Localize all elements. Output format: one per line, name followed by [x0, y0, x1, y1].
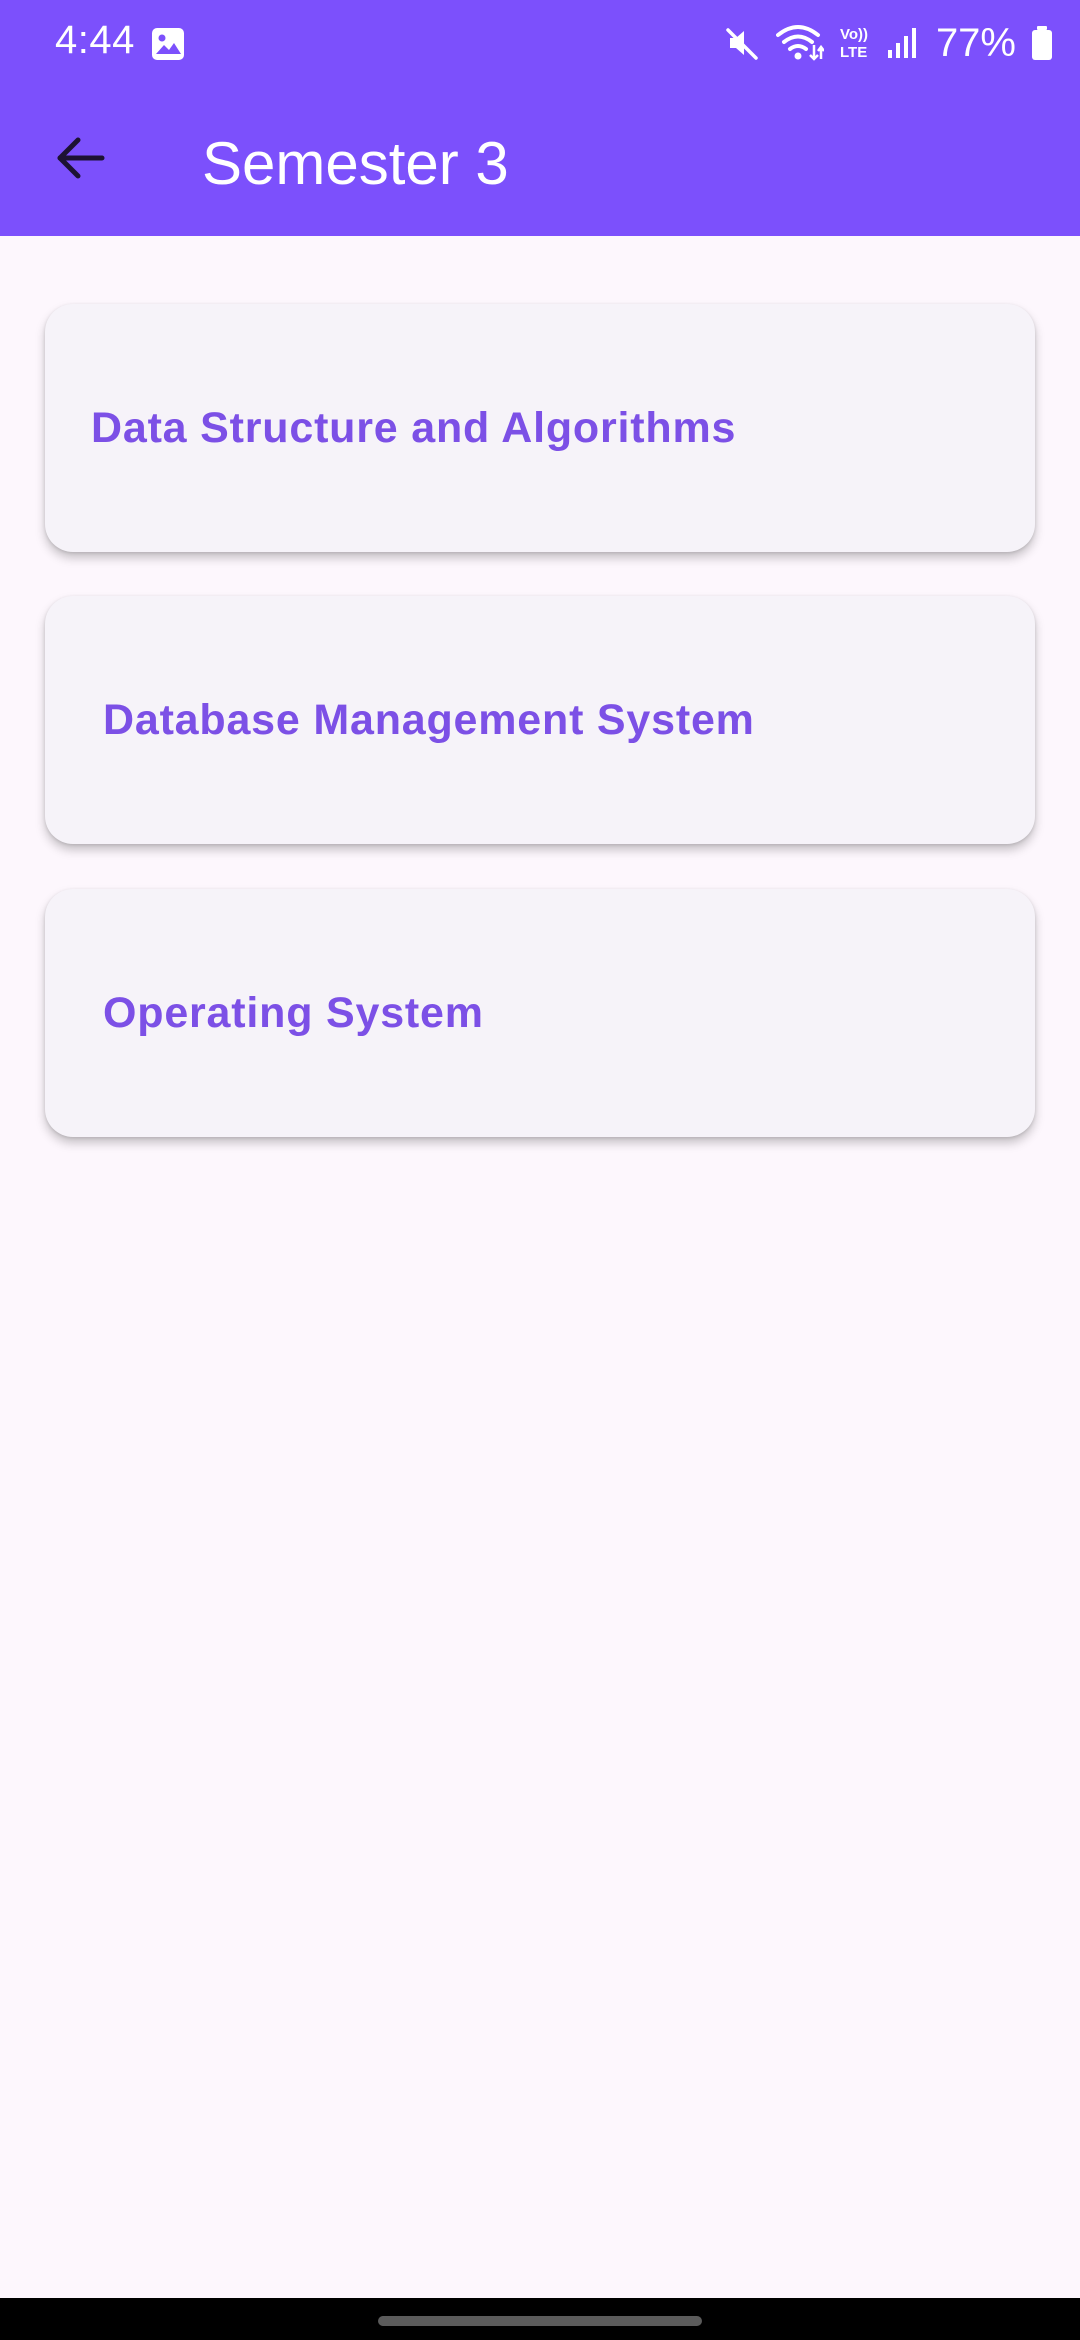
subject-card-database-management-system[interactable]: Database Management System — [45, 596, 1035, 844]
status-bar: 4:44 Vo)) LTE 77% — [0, 0, 1080, 86]
battery-icon — [1030, 25, 1054, 61]
subject-label: Operating System — [103, 988, 484, 1037]
status-icons: Vo)) LTE 77% — [724, 18, 1054, 68]
screen: 4:44 Vo)) LTE 77% Semester 3 Data Struct… — [0, 0, 1080, 2340]
system-nav-bar — [0, 2298, 1080, 2340]
arrow-back-icon — [54, 132, 106, 189]
subject-card-data-structure-and-algorithms[interactable]: Data Structure and Algorithms — [45, 304, 1035, 552]
signal-icon — [886, 26, 918, 60]
header: 4:44 Vo)) LTE 77% Semester 3 — [0, 0, 1080, 236]
subject-card-operating-system[interactable]: Operating System — [45, 889, 1035, 1137]
gallery-icon — [150, 26, 186, 62]
mute-icon — [724, 24, 762, 62]
wifi-icon — [775, 23, 824, 63]
app-bar: Semester 3 — [0, 86, 1080, 236]
subject-label: Data Structure and Algorithms — [91, 403, 737, 452]
home-indicator[interactable] — [378, 2316, 702, 2326]
subject-label: Database Management System — [103, 695, 755, 744]
svg-text:Vo)): Vo)) — [840, 26, 868, 43]
page-title: Semester 3 — [202, 130, 509, 197]
status-time: 4:44 — [55, 18, 135, 62]
battery-percent: 77% — [935, 20, 1016, 65]
back-button[interactable] — [38, 118, 122, 202]
volte-icon: Vo)) LTE — [838, 23, 872, 63]
svg-text:LTE: LTE — [840, 44, 867, 61]
